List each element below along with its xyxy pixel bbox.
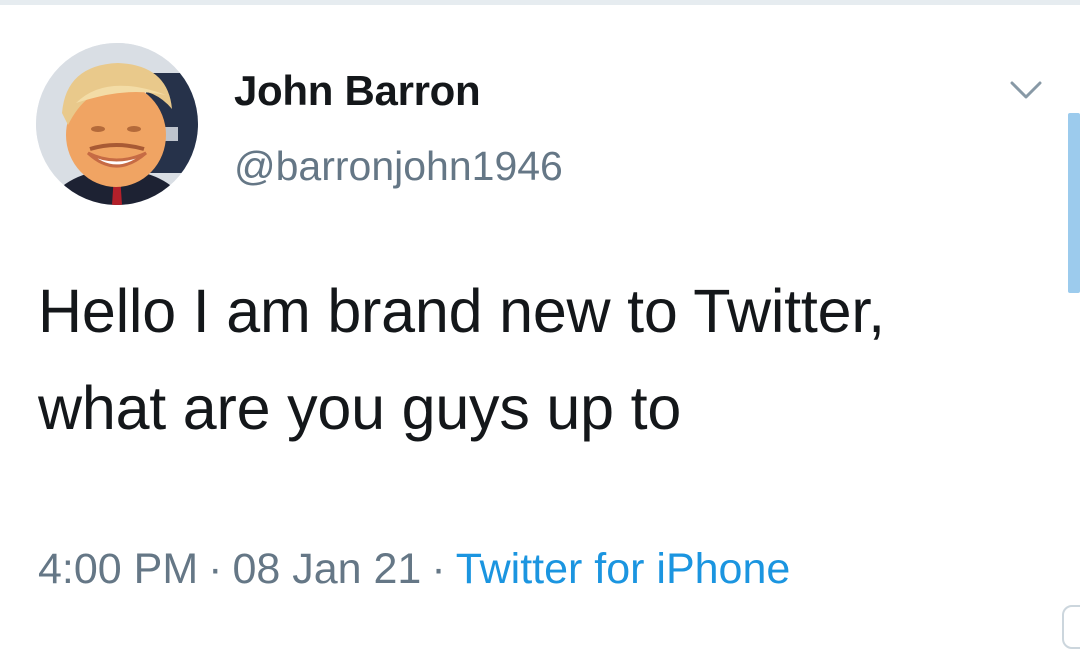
avatar[interactable] (36, 43, 198, 205)
tweet-time[interactable]: 4:00 PM (38, 545, 198, 593)
author-name[interactable]: John Barron (234, 67, 481, 115)
separator-dot: · (208, 545, 223, 593)
tweet-date[interactable]: 08 Jan 21 (232, 545, 421, 593)
corner-action-button[interactable] (1062, 605, 1080, 649)
author-handle[interactable]: @barronjohn1946 (234, 143, 563, 190)
separator-dot: · (431, 545, 446, 593)
scrollbar-thumb[interactable] (1068, 113, 1080, 293)
tweet-text: Hello I am brand new to Twitter, what ar… (38, 277, 885, 442)
avatar-image (36, 43, 198, 205)
tweet-metadata: 4:00 PM · 08 Jan 21 · Twitter for iPhone (38, 545, 790, 594)
tweet-card: John Barron @barronjohn1946 Hello I am b… (0, 5, 1080, 649)
tweet-source-link[interactable]: Twitter for iPhone (456, 545, 791, 593)
chevron-down-icon[interactable] (1006, 75, 1046, 105)
